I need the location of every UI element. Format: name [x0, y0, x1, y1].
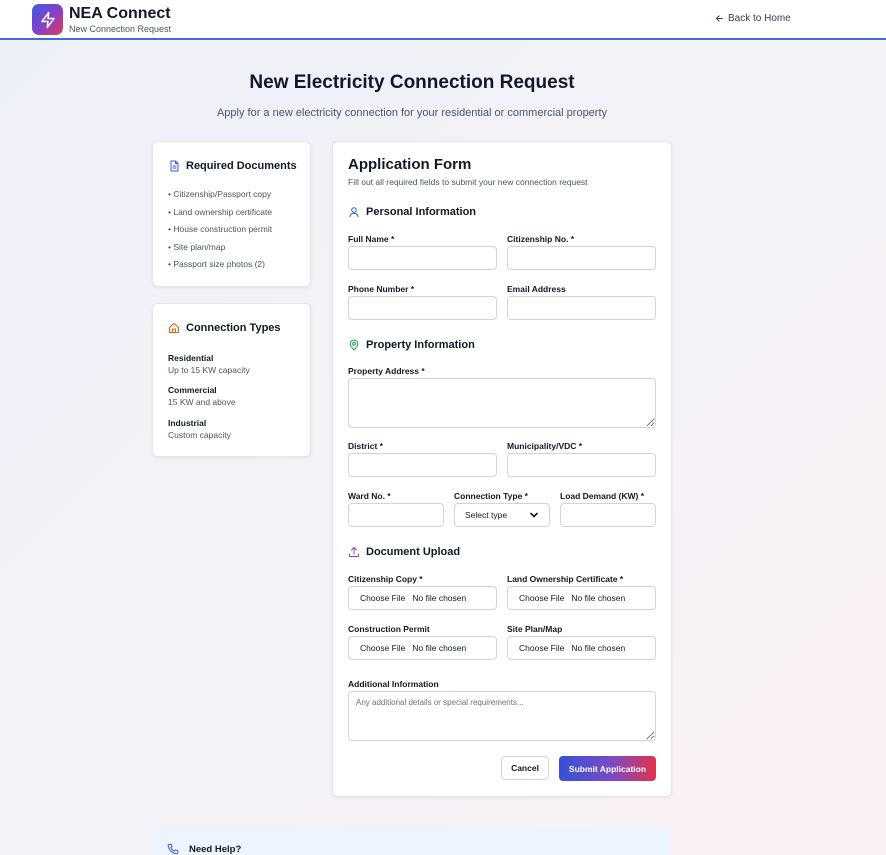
brand-title: NEA Connect: [69, 5, 171, 22]
full-name-input[interactable]: [348, 246, 497, 270]
submit-application-button[interactable]: Submit Application: [559, 756, 656, 781]
connection-types-title: Connection Types: [186, 322, 281, 334]
connection-type-name: Commercial: [168, 385, 217, 395]
district-label: District *: [348, 441, 383, 451]
municipality-input[interactable]: [507, 453, 656, 477]
property-info-title: Property Information: [366, 339, 475, 351]
load-demand-input[interactable]: [560, 503, 656, 527]
ward-label: Ward No. *: [348, 491, 391, 501]
land-ownership-label: Land Ownership Certificate *: [507, 574, 624, 584]
connection-type-residential: Residential Up to 15 KW capacity: [168, 353, 250, 375]
list-item: • Land ownership certificate: [168, 206, 273, 217]
property-info-heading: Property Information: [348, 339, 475, 351]
list-item: • House construction permit: [168, 224, 273, 234]
required-documents-heading: Required Documents: [168, 160, 297, 172]
document-upload-heading: Document Upload: [348, 546, 460, 558]
required-documents-list: • Citizenship/Passport copy • Land owner…: [168, 189, 272, 277]
property-address-input[interactable]: [348, 378, 656, 428]
help-panel: Need Help?: [152, 826, 671, 855]
application-form-card: Application Form Fill out all required f…: [332, 141, 672, 797]
site-plan-file-input[interactable]: Choose File No file chosen: [507, 636, 656, 660]
help-heading: Need Help?: [167, 843, 241, 855]
municipality-label: Municipality/VDC *: [507, 441, 583, 451]
map-pin-icon: [349, 339, 359, 351]
choose-file-button[interactable]: Choose File: [519, 593, 564, 603]
page-title: New Electricity Connection Request: [249, 72, 575, 93]
citizenship-copy-file-input[interactable]: Choose File No file chosen: [348, 586, 497, 610]
file-status: No file chosen: [412, 643, 467, 653]
file-status: No file chosen: [412, 593, 467, 603]
list-item: • Citizenship/Passport copy: [168, 189, 272, 199]
file-status: No file chosen: [571, 593, 626, 603]
additional-info-label: Additional Information: [348, 679, 439, 689]
home-icon: [169, 323, 179, 333]
required-documents-title: Required Documents: [186, 160, 297, 172]
back-to-home-link[interactable]: Back to Home: [715, 13, 791, 24]
connection-type-select[interactable]: Select type: [454, 503, 550, 527]
load-demand-label: Load Demand (KW) *: [560, 491, 645, 501]
connection-type-desc: Up to 15 KW capacity: [168, 365, 250, 375]
connection-type-commercial: Commercial 15 KW and above: [168, 385, 236, 407]
back-link-label: Back to Home: [728, 13, 791, 24]
site-plan-label: Site Plan/Map: [507, 624, 563, 634]
chevron-down-icon: [530, 512, 538, 518]
district-input[interactable]: [348, 453, 497, 477]
citizenship-no-label: Citizenship No. *: [507, 234, 575, 244]
help-title: Need Help?: [189, 843, 242, 855]
choose-file-button[interactable]: Choose File: [360, 643, 405, 653]
phone-label: Phone Number *: [348, 284, 415, 294]
choose-file-button[interactable]: Choose File: [519, 643, 564, 653]
brand-subtitle: New Connection Request: [69, 24, 172, 34]
connection-type-industrial: Industrial Custom capacity: [168, 418, 231, 440]
list-item: • Site plan/map: [168, 241, 226, 252]
choose-file-button[interactable]: Choose File: [360, 593, 405, 603]
land-ownership-file-input[interactable]: Choose File No file chosen: [507, 586, 656, 610]
email-label: Email Address: [507, 284, 566, 294]
connection-type-desc: 15 KW and above: [168, 397, 236, 407]
phone-input[interactable]: [348, 296, 497, 320]
phone-icon: [167, 843, 179, 855]
file-status: No file chosen: [571, 643, 626, 653]
lightning-icon: [40, 11, 55, 28]
list-item: • Passport size photos (2): [168, 259, 265, 269]
construction-permit-file-input[interactable]: Choose File No file chosen: [348, 636, 497, 660]
cancel-button[interactable]: Cancel: [501, 756, 549, 780]
arrow-left-icon: [716, 15, 723, 22]
upload-icon: [349, 547, 359, 557]
email-input[interactable]: [507, 296, 656, 320]
full-name-label: Full Name *: [348, 234, 395, 244]
logo[interactable]: [32, 4, 63, 35]
document-icon: [170, 160, 179, 172]
user-icon: [349, 207, 359, 218]
connection-type-label: Connection Type *: [454, 491, 528, 501]
connection-type-name: Industrial: [168, 418, 207, 428]
connection-type-name: Residential: [168, 353, 214, 363]
form-title: Application Form: [348, 156, 472, 173]
additional-info-input[interactable]: [348, 691, 656, 741]
construction-permit-label: Construction Permit: [348, 624, 430, 634]
citizenship-no-input[interactable]: [507, 246, 656, 270]
top-header: NEA Connect New Connection Request Back …: [0, 0, 886, 40]
connection-type-desc: Custom capacity: [168, 430, 231, 440]
form-subtitle: Fill out all required fields to submit y…: [348, 177, 588, 187]
connection-type-value: Select type: [465, 510, 508, 520]
personal-info-title: Personal Information: [366, 206, 477, 218]
ward-input[interactable]: [348, 503, 444, 527]
property-address-label: Property Address *: [348, 366, 425, 376]
personal-info-heading: Personal Information: [348, 206, 476, 218]
document-upload-title: Document Upload: [366, 546, 461, 558]
page-subtitle: Apply for a new electricity connection f…: [216, 107, 608, 119]
connection-types-heading: Connection Types: [168, 322, 281, 334]
required-documents-card: Required Documents • Citizenship/Passpor…: [152, 141, 311, 287]
citizenship-copy-label: Citizenship Copy *: [348, 574, 423, 584]
connection-types-card: Connection Types Residential Up to 15 KW…: [152, 303, 311, 457]
